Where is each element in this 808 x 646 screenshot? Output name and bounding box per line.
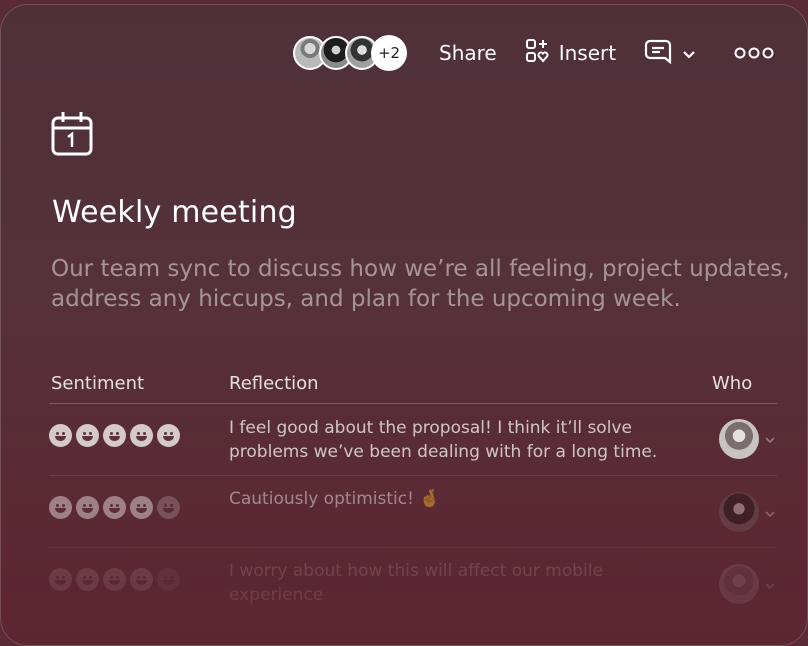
smiley-icon[interactable] — [130, 568, 153, 591]
avatar[interactable] — [719, 419, 759, 459]
calendar-icon — [51, 111, 93, 161]
smiley-icon[interactable] — [130, 424, 153, 447]
insert-label: Insert — [558, 41, 617, 65]
smiley-icon[interactable] — [76, 424, 99, 447]
smiley-icon[interactable] — [49, 568, 72, 591]
page-title: Weekly meeting — [52, 195, 297, 230]
smiley-icon[interactable] — [76, 496, 99, 519]
sentiment-rating[interactable] — [49, 424, 180, 447]
share-label: Share — [439, 41, 497, 65]
table-row[interactable]: I worry about how this will affect our m… — [49, 548, 777, 620]
comments-button[interactable] — [644, 38, 696, 69]
reflection-text[interactable]: I worry about how this will affect our m… — [229, 559, 669, 607]
chevron-down-icon[interactable] — [763, 578, 777, 592]
smiley-icon[interactable] — [76, 568, 99, 591]
smiley-icon[interactable] — [49, 496, 72, 519]
smiley-icon[interactable] — [157, 568, 180, 591]
insert-button[interactable]: Insert — [525, 38, 616, 69]
reflection-text[interactable]: I feel good about the proposal! I think … — [229, 416, 669, 464]
reflection-text[interactable]: Cautiously optimistic! 🤞 — [229, 487, 669, 511]
table-row[interactable]: Cautiously optimistic! 🤞 — [49, 476, 777, 548]
column-header-who[interactable]: Who — [712, 373, 752, 394]
ellipsis-icon — [734, 41, 774, 65]
smiley-icon[interactable] — [49, 424, 72, 447]
chevron-down-icon — [682, 41, 696, 65]
page-description: Our team sync to discuss how we’re all f… — [51, 256, 790, 312]
comment-icon — [644, 38, 672, 69]
smiley-icon[interactable] — [103, 496, 126, 519]
more-collaborators-badge[interactable]: +2 — [371, 35, 407, 71]
smiley-icon[interactable] — [103, 568, 126, 591]
sentiment-rating[interactable] — [49, 568, 180, 591]
meeting-card: +2 Share Insert Weekly meeting Our team … — [0, 4, 808, 646]
smiley-icon[interactable] — [157, 424, 180, 447]
smiley-icon[interactable] — [157, 496, 180, 519]
smiley-icon[interactable] — [103, 424, 126, 447]
avatar[interactable] — [719, 492, 759, 532]
insert-icon — [525, 38, 551, 69]
more-options-button[interactable] — [734, 41, 774, 65]
table-row[interactable]: I feel good about the proposal! I think … — [49, 404, 777, 476]
share-button[interactable]: Share — [439, 41, 497, 65]
chevron-down-icon[interactable] — [763, 432, 777, 446]
sentiment-rating[interactable] — [49, 496, 180, 519]
smiley-icon[interactable] — [130, 496, 153, 519]
collaborator-avatars[interactable]: +2 — [293, 35, 407, 71]
avatar[interactable] — [719, 564, 759, 604]
column-header-reflection[interactable]: Reflection — [229, 373, 319, 394]
toolbar: +2 Share Insert — [293, 33, 777, 73]
chevron-down-icon[interactable] — [763, 506, 777, 520]
column-header-sentiment[interactable]: Sentiment — [51, 373, 144, 394]
